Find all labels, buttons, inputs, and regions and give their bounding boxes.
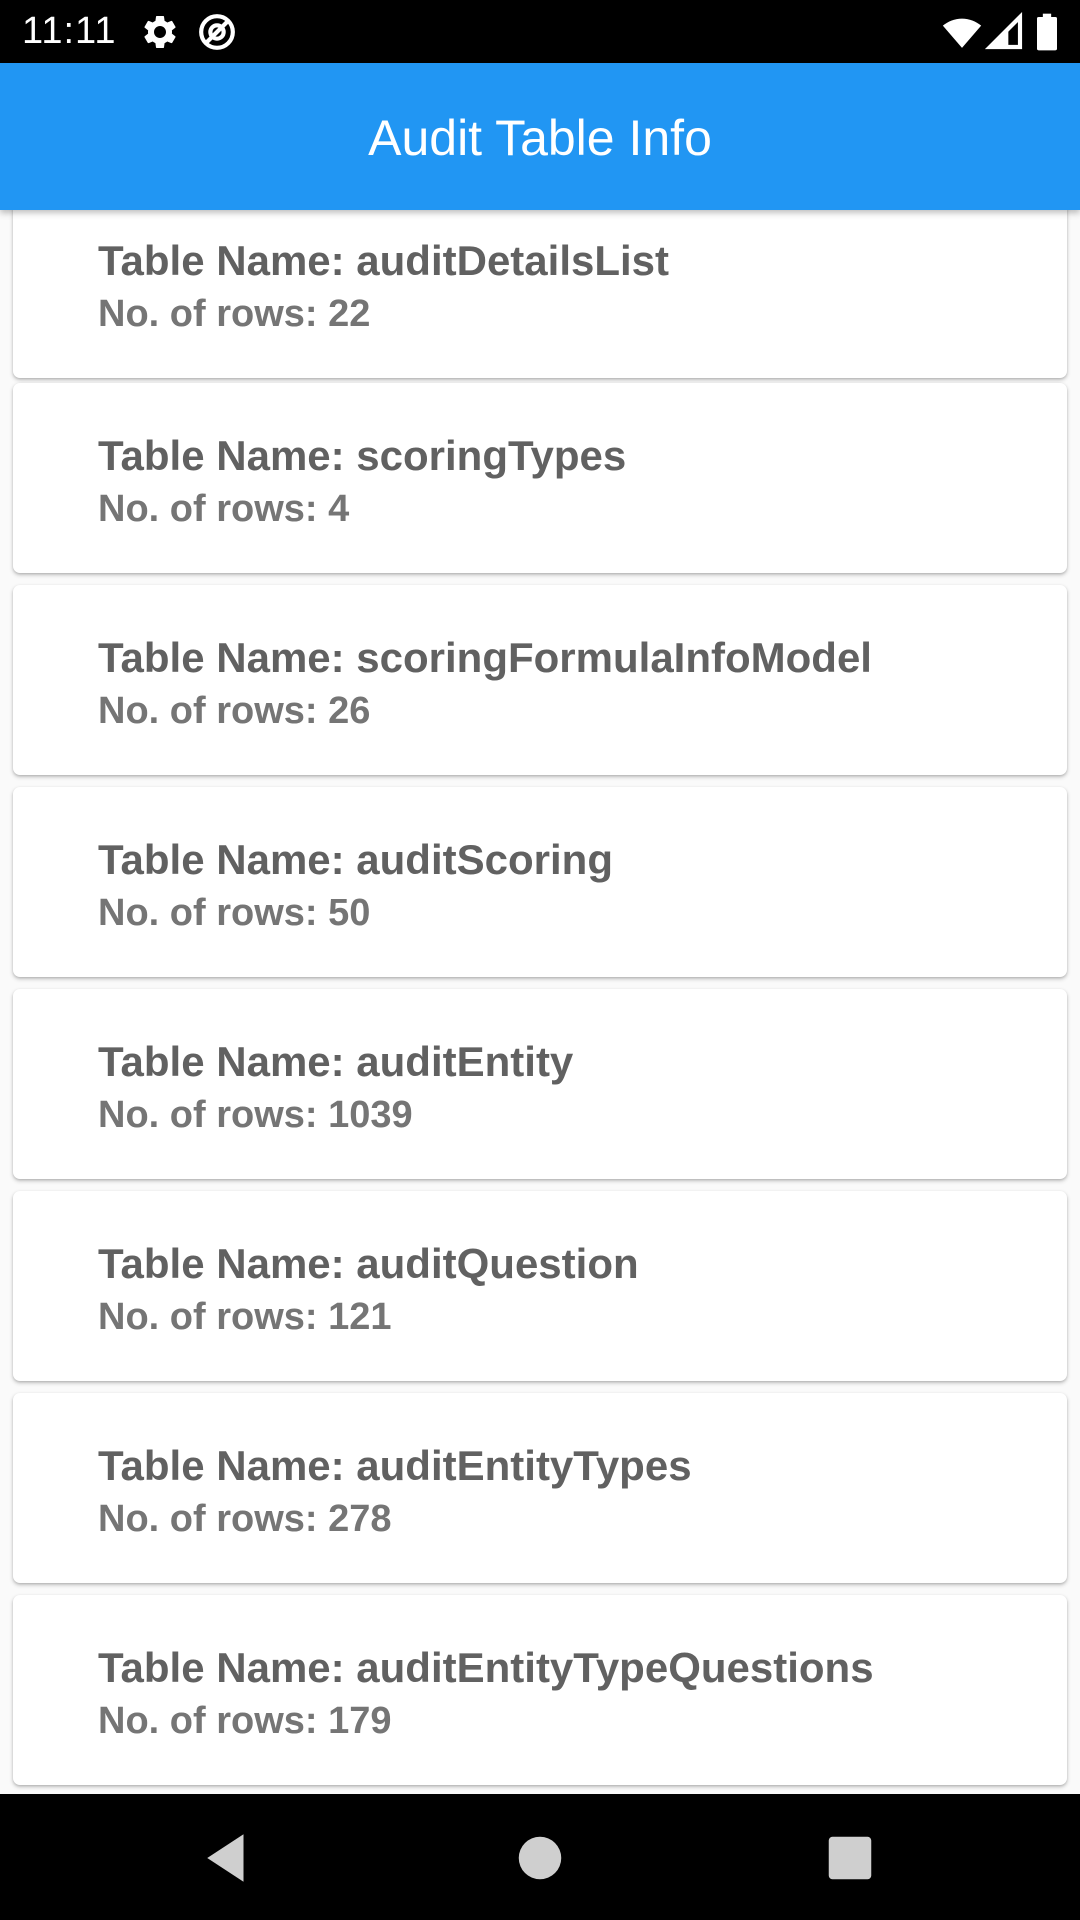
row-count: No. of rows: 278 [98, 1498, 392, 1540]
table-card[interactable]: Table Name: auditEntity No. of rows: 103… [13, 989, 1067, 1179]
table-card[interactable]: Table Name: scoringFormulaInfoModel No. … [13, 585, 1067, 775]
row-count: No. of rows: 121 [98, 1296, 392, 1338]
settings-icon [144, 15, 176, 48]
app-bar: Audit Table Info [0, 63, 1080, 210]
table-name: Table Name: auditEntityTypes [98, 1442, 692, 1489]
home-icon[interactable] [510, 1828, 570, 1888]
at-sign-icon [199, 14, 235, 50]
table-info-list[interactable]: Table Name: auditDetailsList No. of rows… [0, 210, 1080, 1794]
cellular-icon [985, 12, 1023, 50]
table-name: Table Name: auditScoring [98, 836, 613, 883]
table-card[interactable]: Table Name: auditEntityTypes No. of rows… [13, 1393, 1067, 1583]
navigation-bar [0, 1794, 1080, 1920]
row-count: No. of rows: 179 [98, 1700, 392, 1742]
back-icon[interactable] [196, 1828, 256, 1888]
status-time: 11:11 [22, 10, 117, 52]
row-count: No. of rows: 1039 [98, 1094, 413, 1136]
table-card[interactable]: Table Name: auditEntityTypeQuestions No.… [13, 1595, 1067, 1785]
table-name: Table Name: auditEntity [98, 1038, 574, 1085]
table-name: Table Name: auditDetailsList [98, 237, 670, 284]
wifi-icon [942, 18, 982, 48]
table-card[interactable]: Table Name: auditDetailsList No. of rows… [13, 210, 1067, 378]
table-name: Table Name: scoringTypes [98, 432, 627, 479]
table-name: Table Name: scoringFormulaInfoModel [98, 634, 872, 681]
table-card[interactable]: Table Name: scoringTypes No. of rows: 4 [13, 383, 1067, 573]
status-bar: 11:11 [0, 0, 1080, 63]
recents-icon[interactable] [820, 1828, 880, 1888]
row-count: No. of rows: 4 [98, 488, 350, 530]
row-count: No. of rows: 22 [98, 293, 371, 335]
table-name: Table Name: auditQuestion [98, 1240, 639, 1287]
table-name: Table Name: auditEntityTypeQuestions [98, 1644, 874, 1691]
table-card[interactable]: Table Name: auditScoring No. of rows: 50 [13, 787, 1067, 977]
page-title: Audit Table Info [368, 110, 712, 166]
battery-icon [1037, 13, 1057, 51]
table-card[interactable]: Table Name: auditQuestion No. of rows: 1… [13, 1191, 1067, 1381]
row-count: No. of rows: 26 [98, 690, 371, 732]
row-count: No. of rows: 50 [98, 892, 371, 934]
